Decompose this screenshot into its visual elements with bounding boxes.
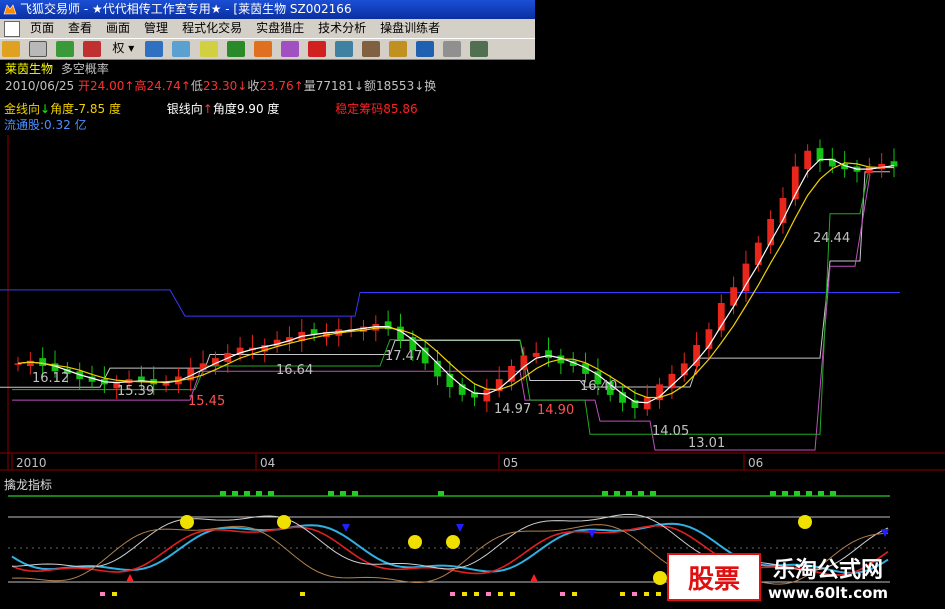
candle-body [532, 352, 540, 357]
signal-marker-green [650, 491, 656, 496]
candle-body [39, 358, 47, 366]
signal-marker-green [268, 491, 274, 496]
signal-marker-green [340, 491, 346, 496]
signal-marker-green [352, 491, 358, 496]
watermark-site-title: 乐淘公式网 [773, 558, 884, 583]
time-label-1: 04 [260, 456, 275, 470]
signal-marker-bottom [644, 592, 649, 596]
sell-triangle-icon [588, 530, 596, 538]
signal-marker-bottom [498, 592, 503, 596]
candle-body [520, 355, 528, 370]
signal-marker-bottom [486, 592, 491, 596]
signal-marker-green [220, 491, 226, 496]
smiley-icon [446, 535, 460, 549]
time-label-0: 2010 [16, 456, 47, 470]
signal-marker-green [614, 491, 620, 496]
candle-body [742, 263, 750, 292]
level-line-1 [0, 171, 890, 388]
signal-marker-green [244, 491, 250, 496]
sell-triangle-icon [342, 524, 350, 532]
signal-marker-bottom [656, 592, 661, 596]
sell-triangle-icon [456, 524, 464, 532]
smiley-icon [277, 515, 291, 529]
chart-frame [0, 135, 945, 471]
signal-marker-bottom [474, 592, 479, 596]
buy-triangle-icon [530, 574, 538, 582]
time-label-3: 06 [748, 456, 763, 470]
smiley-icon [180, 515, 194, 529]
signal-marker-bottom [100, 592, 105, 596]
signal-marker-green [256, 491, 262, 496]
candlestick-chart[interactable]: 16.12 15.39 15.45 16.64 17.47 14.97 14.90 16.40… [0, 0, 945, 609]
signal-marker-bottom [632, 592, 637, 596]
moving-average-lines [17, 158, 895, 404]
price-label-2: 15.45 [188, 394, 225, 409]
time-label-2: 05 [503, 456, 518, 470]
buy-triangle-icon [126, 574, 134, 582]
signal-marker-bottom [620, 592, 625, 596]
candle-body [668, 373, 676, 389]
signal-marker-bottom [560, 592, 565, 596]
signal-marker-green [770, 491, 776, 496]
price-label-9: 13.01 [688, 436, 725, 451]
smiley-icon [798, 515, 812, 529]
signal-marker-green [626, 491, 632, 496]
price-label-5: 14.97 [494, 402, 531, 417]
gold-line [17, 162, 894, 399]
silver-line [17, 158, 895, 404]
watermark-site-url: www.60lt.com [768, 584, 889, 602]
price-label-1: 15.39 [117, 384, 154, 399]
candlestick-series [14, 139, 898, 419]
candle-body [421, 347, 429, 364]
level-line-0 [0, 289, 900, 317]
support-resistance-lines [0, 163, 900, 451]
price-label-7: 16.40 [580, 379, 617, 394]
price-label-6: 14.90 [537, 403, 574, 418]
signal-marker-bottom [572, 592, 577, 596]
signal-marker-bottom [112, 592, 117, 596]
signal-marker-green [818, 491, 824, 496]
price-label-3: 16.64 [276, 363, 313, 378]
watermark-left-text: 股票 [687, 564, 740, 595]
signal-marker-green [830, 491, 836, 496]
signal-marker-bottom [300, 592, 305, 596]
signal-marker-green [782, 491, 788, 496]
signal-marker-green [806, 491, 812, 496]
signal-marker-bottom [450, 592, 455, 596]
signal-marker-green [232, 491, 238, 496]
candle-body [483, 389, 491, 402]
price-label-8: 14.05 [652, 424, 689, 439]
candle-body [643, 397, 651, 410]
price-label-0: 16.12 [32, 371, 69, 386]
candle-body [754, 242, 762, 265]
candle-body [508, 366, 515, 382]
signal-marker-bottom [462, 592, 467, 596]
smiley-icon [653, 571, 667, 585]
price-label-4: 17.47 [385, 349, 422, 364]
sub-indicator-label: 擒龙指标 [4, 478, 53, 492]
watermark-logo-left: 股票 [667, 553, 761, 601]
signal-marker-green [328, 491, 334, 496]
smiley-icon [408, 535, 422, 549]
candle-body [545, 350, 552, 359]
watermark-logo-right: 乐淘公式网 www.60lt.com [768, 558, 888, 602]
time-axis: 2010 04 05 06 [11, 454, 763, 470]
signal-marker-green [794, 491, 800, 496]
signal-marker-green [638, 491, 644, 496]
signal-marker-green [602, 491, 608, 496]
signal-marker-green [438, 491, 444, 496]
signal-marker-bottom [510, 592, 515, 596]
price-label-10: 24.44 [813, 231, 850, 246]
candle-body [804, 150, 812, 170]
